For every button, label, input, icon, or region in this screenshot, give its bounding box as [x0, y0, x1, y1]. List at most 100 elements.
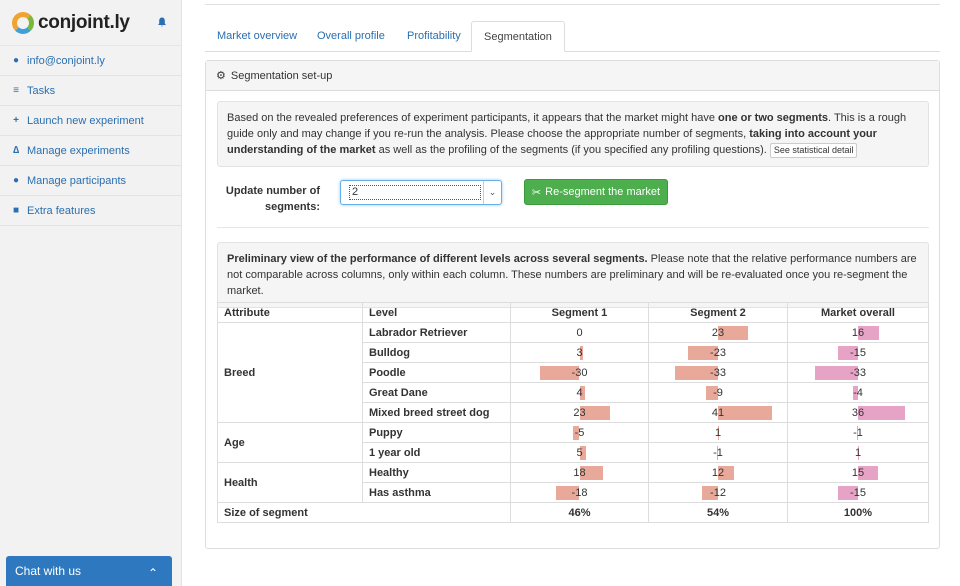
- chat-button[interactable]: Chat with us ⌃: [6, 556, 172, 586]
- chevron-up-icon: ⌃: [147, 566, 158, 580]
- value-number: -5: [574, 426, 585, 439]
- sidebar-item-participants[interactable]: ● Manage participants: [0, 166, 181, 196]
- users-icon: ●: [12, 175, 20, 186]
- header-market-overall: Market overall: [787, 302, 929, 323]
- table-header-row: Attribute Level Segment 1 Segment 2 Mark…: [217, 302, 929, 323]
- panel-heading: ⚙ Segmentation set-up: [206, 61, 939, 91]
- header-segment-1: Segment 1: [510, 302, 649, 323]
- logo[interactable]: conjoint.ly: [0, 0, 181, 46]
- panel-title: Segmentation set-up: [230, 69, 333, 82]
- chevron-down-icon: ⌄: [483, 181, 501, 204]
- value-number: 3: [576, 346, 583, 359]
- value-number: -30: [571, 366, 588, 379]
- level-cell: Puppy: [362, 422, 511, 443]
- value-cell: 1: [648, 422, 788, 443]
- value-bar: [718, 406, 772, 420]
- sidebar-item-account[interactable]: ● info@conjoint.ly: [0, 46, 181, 76]
- attribute-cell: Health: [217, 462, 363, 503]
- value-cell: -23: [648, 342, 788, 363]
- segments-select[interactable]: 2 ⌄: [340, 180, 502, 205]
- sidebar-item-experiments[interactable]: ∆ Manage experiments: [0, 136, 181, 166]
- guide-text: as well as the profiling of the segments…: [375, 144, 767, 156]
- value-cell: 3: [510, 342, 649, 363]
- segment-size-value: 46%: [510, 502, 649, 523]
- segments-guide: Based on the revealed preferences of exp…: [217, 101, 929, 167]
- resegment-button[interactable]: ✂ Re-segment the market: [524, 179, 668, 205]
- value-cell: -4: [787, 382, 929, 403]
- value-number: 0: [576, 326, 583, 339]
- value-cell: -9: [648, 382, 788, 403]
- value-number: -4: [853, 386, 863, 399]
- bell-icon[interactable]: [157, 17, 167, 27]
- tab-overall-profile[interactable]: Overall profile: [305, 21, 397, 52]
- attribute-cell: Breed: [217, 322, 363, 423]
- level-cell: Mixed breed street dog: [362, 402, 511, 423]
- table-row: Age Puppy -5 1 -1: [217, 422, 929, 463]
- tab-profitability[interactable]: Profitability: [395, 21, 473, 52]
- sidebar-item-label: Manage participants: [27, 174, 127, 187]
- main-content: Market overview Overall profile Profitab…: [205, 0, 940, 549]
- level-cell: Bulldog: [362, 342, 511, 363]
- preliminary-note: Preliminary view of the performance of d…: [217, 242, 929, 308]
- value-number: 18: [573, 466, 586, 479]
- gear-icon: ⚙: [216, 70, 226, 82]
- header-segment-2: Segment 2: [648, 302, 788, 323]
- value-cell: -5: [510, 422, 649, 443]
- list-icon: ≡: [13, 85, 19, 96]
- value-cell: -15: [787, 482, 929, 503]
- user-icon: ●: [12, 55, 20, 66]
- value-number: 41: [711, 406, 725, 419]
- value-cell: 0: [510, 322, 649, 343]
- value-cell: 4: [510, 382, 649, 403]
- segments-select-value: 2: [349, 185, 481, 200]
- header-attribute: Attribute: [217, 302, 363, 323]
- sidebar-item-launch[interactable]: + Launch new experiment: [0, 106, 181, 136]
- value-number: -15: [850, 346, 866, 359]
- level-cell: Has asthma: [362, 482, 511, 503]
- value-cell: 18: [510, 462, 649, 483]
- value-cell: 36: [787, 402, 929, 423]
- plus-icon: +: [13, 115, 19, 126]
- note-emphasis: Preliminary view of the performance of d…: [227, 253, 648, 265]
- value-number: 36: [851, 406, 865, 419]
- value-cell: 12: [648, 462, 788, 483]
- segment-size-value: 54%: [648, 502, 788, 523]
- tab-segmentation[interactable]: Segmentation: [471, 21, 565, 52]
- table-row: Health Healthy 18 12 15: [217, 462, 929, 503]
- value-number: 1: [714, 426, 722, 439]
- level-cell: Poodle: [362, 362, 511, 383]
- value-number: 4: [576, 386, 583, 399]
- scissors-icon: ✂: [531, 186, 542, 199]
- attribute-cell: Age: [217, 422, 363, 463]
- top-divider: [205, 4, 940, 5]
- logo-text: conjoint.ly: [38, 11, 130, 33]
- statistical-detail-button[interactable]: See statistical detail: [769, 143, 858, 158]
- tab-market-overview[interactable]: Market overview: [205, 21, 309, 52]
- logo-icon: [12, 11, 34, 34]
- value-number: -1: [713, 446, 723, 459]
- briefcase-icon: ■: [12, 205, 20, 216]
- value-number: 16: [851, 326, 865, 339]
- guide-emphasis: one or two segments: [718, 112, 829, 124]
- value-number: -15: [850, 486, 866, 499]
- value-cell: -1: [648, 442, 788, 463]
- table-row: Breed Labrador Retriever 0 23 16: [217, 322, 929, 423]
- value-number: 1: [854, 446, 862, 459]
- value-cell: -12: [648, 482, 788, 503]
- sidebar-item-label: Tasks: [27, 84, 56, 97]
- sidebar-item-extra[interactable]: ■ Extra features: [0, 196, 181, 226]
- guide-text: Based on the revealed preferences of exp…: [227, 112, 718, 124]
- value-cell: 23: [648, 322, 788, 343]
- value-cell: 1: [787, 442, 929, 463]
- value-cell: -30: [510, 362, 649, 383]
- value-cell: 15: [787, 462, 929, 483]
- sidebar-item-tasks[interactable]: ≡ Tasks: [0, 76, 181, 106]
- value-number: -18: [571, 486, 588, 499]
- segmentation-panel: ⚙ Segmentation set-up Based on the revea…: [205, 60, 940, 549]
- tab-bar: Market overview Overall profile Profitab…: [205, 21, 940, 52]
- segments-table: Attribute Level Segment 1 Segment 2 Mark…: [217, 302, 929, 523]
- update-segments-label: Update number of segments:: [225, 185, 320, 213]
- segment-size-row: Size of segment 46% 54% 100%: [217, 502, 929, 523]
- sidebar-item-label: info@conjoint.ly: [27, 54, 105, 67]
- sidebar-item-label: Launch new experiment: [27, 114, 144, 127]
